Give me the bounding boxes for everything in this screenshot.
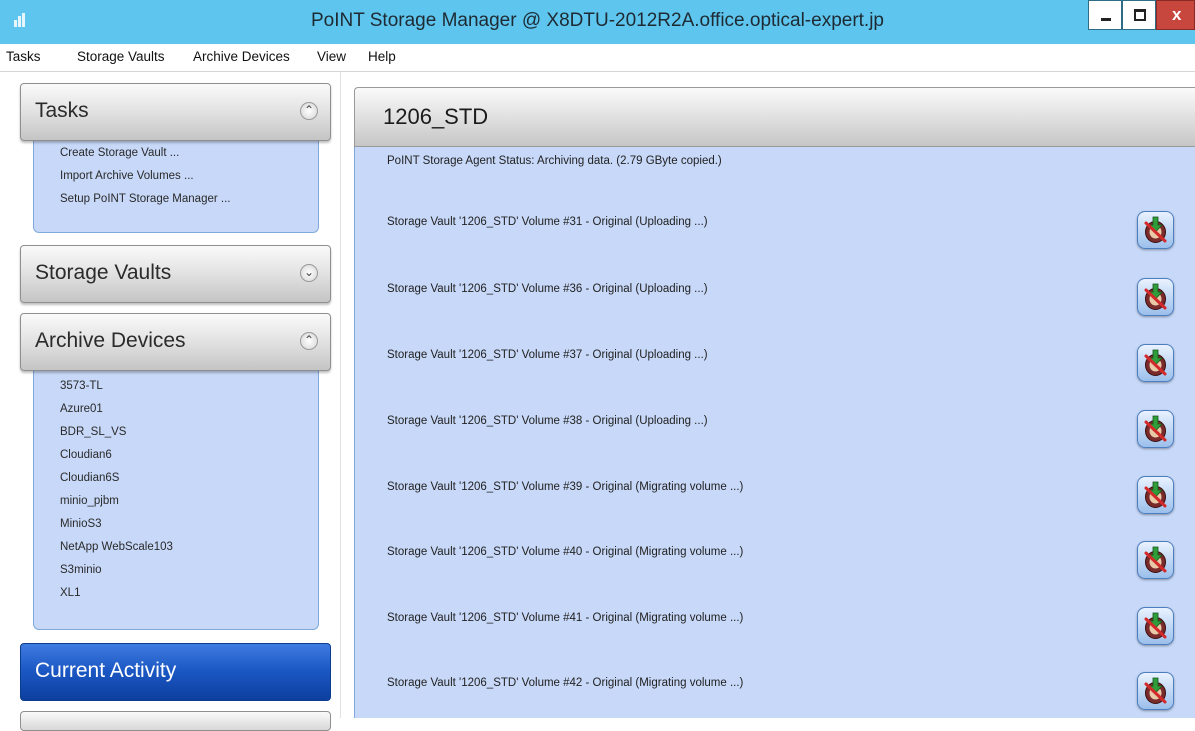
content-title: 1206_STD — [383, 104, 489, 129]
cancel-transfer-icon[interactable] — [1137, 607, 1174, 645]
title-bar: PoINT Storage Manager @ X8DTU-2012R2A.of… — [0, 0, 1195, 44]
collapse-icon[interactable]: ⌃ — [300, 332, 318, 350]
menu-help[interactable]: Help — [368, 49, 396, 64]
cancel-transfer-icon[interactable] — [1137, 344, 1174, 382]
archive-device-item[interactable]: Cloudian6S — [60, 472, 119, 484]
volume-status-text: Storage Vault '1206_STD' Volume #41 - Or… — [387, 612, 744, 624]
archive-devices-panel-header[interactable]: Archive Devices ⌃ — [20, 313, 331, 371]
current-activity-button[interactable]: Current Activity — [20, 643, 331, 701]
task-setup-storage-manager[interactable]: Setup PoINT Storage Manager ... — [60, 193, 230, 205]
next-panel-header[interactable] — [20, 711, 331, 731]
archive-device-item[interactable]: Cloudian6 — [60, 449, 112, 461]
content-header: 1206_STD — [354, 87, 1195, 147]
cancel-transfer-icon[interactable] — [1137, 211, 1174, 249]
volume-status-text: Storage Vault '1206_STD' Volume #36 - Or… — [387, 283, 708, 295]
storage-vaults-panel-header[interactable]: Storage Vaults ⌄ — [20, 245, 331, 303]
volume-status-text: Storage Vault '1206_STD' Volume #38 - Or… — [387, 415, 708, 427]
archive-device-item[interactable]: XL1 — [60, 587, 80, 599]
cancel-transfer-icon[interactable] — [1137, 410, 1174, 448]
window-title: PoINT Storage Manager @ X8DTU-2012R2A.of… — [310, 10, 885, 31]
volume-status-text: Storage Vault '1206_STD' Volume #31 - Or… — [387, 216, 708, 228]
current-activity-label: Current Activity — [35, 659, 177, 682]
volume-status-text: Storage Vault '1206_STD' Volume #40 - Or… — [387, 546, 744, 558]
archive-device-item[interactable]: S3minio — [60, 564, 102, 576]
tasks-panel-header[interactable]: Tasks ⌃ — [20, 83, 331, 141]
archive-devices-panel-body: 3573-TL Azure01 BDR_SL_VS Cloudian6 Clou… — [33, 355, 319, 630]
agent-status-text: PoINT Storage Agent Status: Archiving da… — [387, 155, 722, 167]
maximize-button[interactable] — [1122, 0, 1156, 30]
menu-storage-vaults[interactable]: Storage Vaults — [77, 49, 165, 64]
menu-view[interactable]: View — [317, 49, 346, 64]
volume-status-text: Storage Vault '1206_STD' Volume #39 - Or… — [387, 481, 744, 493]
volume-status-text: Storage Vault '1206_STD' Volume #42 - Or… — [387, 677, 744, 689]
cancel-transfer-icon[interactable] — [1137, 672, 1174, 710]
tasks-panel-body: Create Storage Vault ... Import Archive … — [33, 128, 319, 233]
archive-device-item[interactable]: BDR_SL_VS — [60, 426, 126, 438]
archive-device-item[interactable]: Azure01 — [60, 403, 103, 415]
main-content: 1206_STD PoINT Storage Agent Status: Arc… — [341, 72, 1195, 718]
archive-device-item[interactable]: minio_pjbm — [60, 495, 119, 507]
volume-status-text: Storage Vault '1206_STD' Volume #37 - Or… — [387, 349, 708, 361]
menu-bar: Tasks Storage Vaults Archive Devices Vie… — [0, 44, 1195, 72]
archive-device-item[interactable]: NetApp WebScale103 — [60, 541, 173, 553]
menu-archive-devices[interactable]: Archive Devices — [193, 49, 290, 64]
cancel-transfer-icon[interactable] — [1137, 278, 1174, 316]
minimize-button[interactable] — [1088, 0, 1122, 30]
archive-device-item[interactable]: MinioS3 — [60, 518, 102, 530]
archive-devices-panel-title: Archive Devices — [35, 329, 186, 352]
collapse-icon[interactable]: ⌃ — [300, 102, 318, 120]
expand-icon[interactable]: ⌄ — [300, 264, 318, 282]
archive-device-item[interactable]: 3573-TL — [60, 380, 103, 392]
content-body: PoINT Storage Agent Status: Archiving da… — [354, 147, 1195, 718]
menu-tasks[interactable]: Tasks — [6, 49, 41, 64]
cancel-transfer-icon[interactable] — [1137, 476, 1174, 514]
storage-vaults-panel-title: Storage Vaults — [35, 261, 172, 284]
tasks-panel-title: Tasks — [35, 99, 89, 122]
task-import-archive-volumes[interactable]: Import Archive Volumes ... — [60, 170, 194, 182]
cancel-transfer-icon[interactable] — [1137, 541, 1174, 579]
task-create-storage-vault[interactable]: Create Storage Vault ... — [60, 147, 179, 159]
close-button[interactable] — [1156, 0, 1195, 30]
